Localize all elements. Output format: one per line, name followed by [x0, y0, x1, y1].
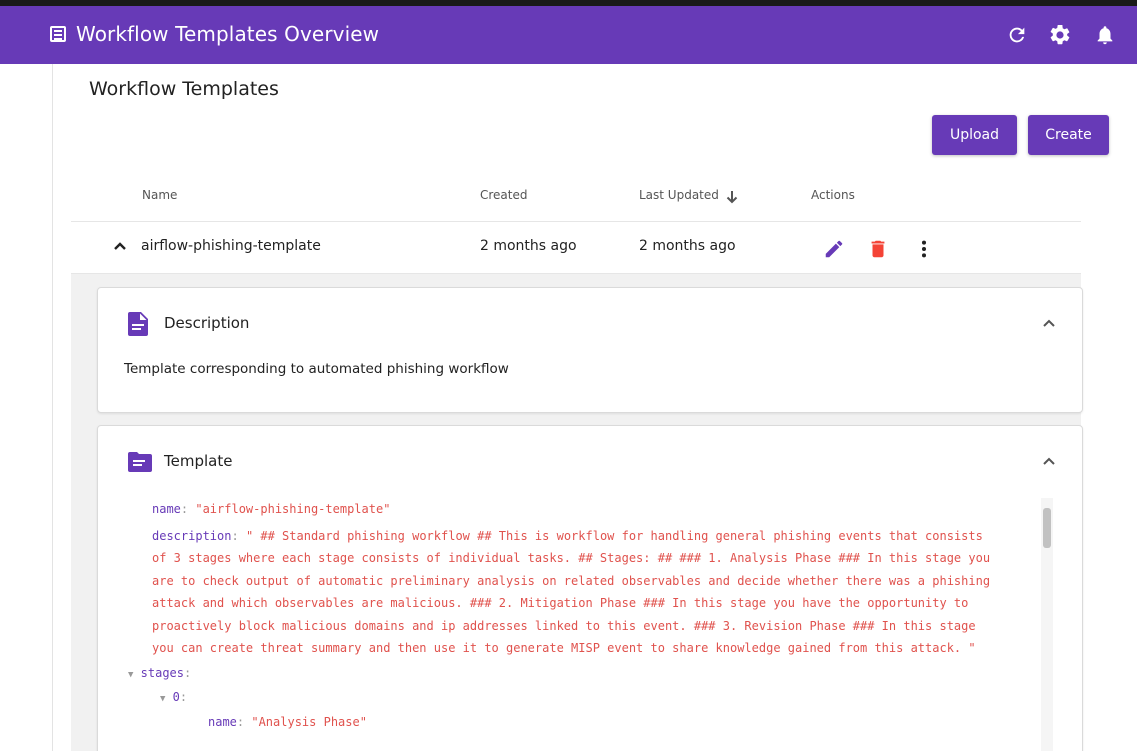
template-heading: Template — [164, 452, 233, 470]
json-line-stages[interactable]: ▼ stages: — [124, 662, 1044, 687]
row-created: 2 months ago — [480, 238, 577, 254]
expanded-row-panel: Description Template corresponding to au… — [71, 274, 1083, 751]
json-line-name: name: "airflow-phishing-template" — [152, 502, 391, 516]
page-title: Workflow Templates — [89, 78, 279, 100]
collapse-icon[interactable] — [1042, 318, 1056, 328]
json-text-line: you can create threat summary and then u… — [152, 641, 976, 655]
scrollbar-thumb[interactable] — [1043, 508, 1051, 548]
column-header-actions: Actions — [811, 188, 855, 202]
edit-icon[interactable] — [823, 238, 845, 260]
sort-descending-icon[interactable] — [725, 189, 739, 205]
app-title: Workflow Templates Overview — [76, 22, 380, 46]
description-card: Description Template corresponding to au… — [97, 287, 1083, 413]
list-alt-icon — [50, 26, 66, 42]
chevron-up-icon[interactable] — [113, 241, 127, 251]
notifications-button[interactable] — [1092, 22, 1118, 48]
expand-triangle-icon[interactable]: ▼ — [160, 694, 165, 704]
notifications-icon — [1097, 26, 1113, 45]
delete-icon[interactable] — [867, 237, 889, 261]
json-line-stage-index[interactable]: ▼ 0: — [124, 686, 1044, 711]
app-window: Workflow Templates Overview Workflow Tem… — [0, 0, 1137, 751]
upload-button[interactable]: Upload — [932, 115, 1017, 155]
json-text-line: attack and which observables are malicio… — [152, 596, 969, 610]
table-row[interactable]: airflow-phishing-template 2 months ago 2… — [71, 222, 1081, 274]
more-vert-icon[interactable] — [913, 237, 935, 261]
column-header-name[interactable]: Name — [142, 188, 177, 202]
folder-icon — [128, 452, 152, 472]
collapse-icon[interactable] — [1042, 456, 1056, 466]
row-updated: 2 months ago — [639, 238, 736, 254]
row-name: airflow-phishing-template — [141, 238, 321, 254]
main-content: Workflow Templates Upload Create Name Cr… — [52, 64, 1137, 751]
table-header: Name Created Last Updated Actions — [71, 176, 1081, 222]
column-header-created[interactable]: Created — [480, 188, 528, 202]
json-line-description: description: " ## Standard phishing work… — [152, 528, 983, 543]
json-text-line: are to check output of automatic prelimi… — [152, 573, 991, 588]
json-line-stage-name: name: "Analysis Phase" — [208, 714, 367, 729]
template-card: Template name: "airflow-phishing-templat… — [97, 425, 1083, 751]
scrollbar[interactable] — [1041, 498, 1053, 751]
description-icon — [128, 312, 148, 336]
template-json-viewer: name: "airflow-phishing-template" descri… — [124, 498, 1044, 733]
column-header-last-updated[interactable]: Last Updated — [639, 188, 719, 202]
description-heading: Description — [164, 314, 250, 332]
expand-triangle-icon[interactable]: ▼ — [128, 670, 133, 680]
create-button[interactable]: Create — [1028, 115, 1109, 155]
description-text: Template corresponding to automated phis… — [124, 361, 509, 377]
json-text-line: proactively block malicious domains and … — [152, 618, 976, 633]
refresh-button[interactable] — [1004, 22, 1030, 48]
settings-icon — [1050, 24, 1070, 45]
top-app-bar: Workflow Templates Overview — [0, 0, 1137, 64]
refresh-icon — [1009, 27, 1025, 43]
settings-button[interactable] — [1047, 22, 1073, 48]
json-text-line: of 3 stages where each stage consists of… — [152, 551, 991, 565]
